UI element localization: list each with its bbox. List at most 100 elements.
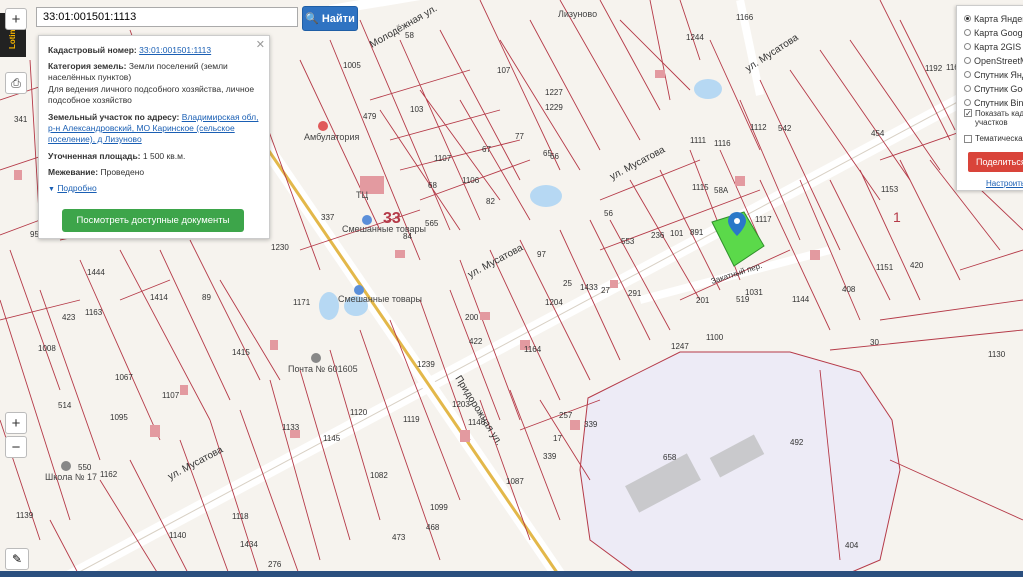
parcel-number: 89: [202, 293, 211, 302]
parcel-number: 423: [62, 313, 76, 322]
parcel-number: 1118: [232, 512, 249, 521]
parcel-number: 408: [842, 285, 856, 294]
settings-link[interactable]: Настроить: [986, 179, 1023, 188]
parcel-number: 514: [58, 401, 72, 410]
parcel-number: 1115: [692, 183, 709, 192]
cad-number-link[interactable]: 33:01:001501:1113: [139, 45, 211, 55]
parcel-number: 84: [403, 232, 412, 241]
parcel-number: 1444: [87, 268, 105, 277]
print-button[interactable]: ⎙: [5, 72, 27, 94]
parcel-number: 66: [550, 152, 559, 161]
layers-panel: Карта Яндекс Карта Google Карта 2GIS OpenSt…: [956, 5, 1023, 191]
parcel-number: 1111: [690, 136, 707, 145]
category-label: Категория земель:: [48, 61, 127, 71]
parcel-number: 291: [628, 289, 642, 298]
parcel-number: 1415: [232, 348, 250, 357]
cadastral-toggle-label: Показать кадастровые границы участков: [975, 109, 1023, 127]
parcel-number: 404: [845, 541, 859, 550]
radio-button[interactable]: [964, 71, 971, 78]
parcel-number: 1144: [792, 295, 810, 304]
survey-row: Межевание: Проведено: [48, 167, 260, 178]
layer-option[interactable]: Спутник Яндекс: [964, 68, 1023, 81]
more-details-link[interactable]: Подробно: [57, 183, 96, 193]
zoom-out-button[interactable]: −: [5, 436, 27, 458]
parcel-number: 1153: [881, 185, 899, 194]
layer-option[interactable]: Карта Google: [964, 26, 1023, 39]
parcel-info-panel: ✕ Кадастровый номер: 33:01:001501:1113 К…: [38, 35, 270, 239]
parcel-number: 553: [621, 237, 635, 246]
radio-button[interactable]: [964, 57, 971, 64]
radio-button[interactable]: [964, 15, 971, 22]
parcel-number: 257: [559, 411, 573, 420]
parcel-number: 492: [790, 438, 804, 447]
layer-option[interactable]: OpenStreetMap: [964, 54, 1023, 67]
parcel-number: 542: [778, 124, 792, 133]
radio-button[interactable]: [964, 29, 971, 36]
area-row: Уточненная площадь: 1 500 кв.м.: [48, 151, 260, 162]
parcel-number: 97: [537, 250, 546, 259]
cadastral-toggle[interactable]: ✓ Показать кадастровые границы участков: [964, 109, 1023, 131]
parcel-number: 1107: [434, 154, 452, 163]
layer-option-label: OpenStreetMap: [974, 55, 1023, 66]
parcel-number: 1204: [545, 298, 563, 307]
parcel-number: 101: [670, 229, 684, 238]
zoom-in-button-lower[interactable]: +: [5, 412, 27, 434]
parcel-number: 479: [363, 112, 377, 121]
zoom-in-button[interactable]: +: [5, 8, 27, 30]
layer-option[interactable]: Карта 2GIS: [964, 40, 1021, 53]
quarter-number: 33: [383, 210, 401, 227]
parcel-number: 1434: [240, 540, 258, 549]
search-button[interactable]: 🔍 Найти: [302, 6, 358, 31]
post-label: Почта № 601605: [288, 364, 358, 374]
parcel-number: 1244: [686, 33, 704, 42]
pond: [319, 292, 339, 320]
parcel-number: 200: [465, 313, 479, 322]
parcel-number: 77: [515, 132, 524, 141]
more-details[interactable]: ▼ Подробно: [48, 183, 260, 195]
street-label: ул. Мусатова: [166, 444, 225, 482]
shop-icon: [354, 285, 364, 295]
layer-option-label: Карта Google: [974, 27, 1023, 38]
layer-option-label: Карта Яндекс: [974, 13, 1023, 24]
radio-button[interactable]: [964, 43, 971, 50]
checkbox[interactable]: [964, 134, 972, 143]
parcel-number: 276: [268, 560, 282, 569]
parcel-number: 1433: [580, 283, 598, 292]
layer-option[interactable]: Спутник Google: [964, 82, 1023, 95]
clinic-label: Амбулатория: [304, 132, 359, 142]
parcel-number: 68: [428, 181, 437, 190]
parcel-number: 1133: [282, 423, 300, 432]
post-icon: [311, 353, 321, 363]
view-documents-button[interactable]: Посмотреть доступные документы: [62, 209, 244, 232]
school-label: Школа № 17: [45, 472, 97, 482]
parcel-number: 1414: [150, 293, 168, 302]
parcel-number: 891: [690, 228, 704, 237]
thematic-toggle[interactable]: Тематическая: [964, 132, 1023, 145]
category-row: Категория земель: Земли поселений (земли…: [48, 61, 260, 83]
layer-option-label: Спутник Яндекс: [974, 69, 1023, 80]
radio-button[interactable]: [964, 99, 971, 106]
parcel-number: 1087: [506, 477, 524, 486]
layer-option[interactable]: Карта Яндекс: [964, 12, 1023, 25]
parcel-number: 337: [321, 213, 335, 222]
caret-down-icon: ▼: [48, 186, 55, 193]
radio-button[interactable]: [964, 85, 971, 92]
use-value: Для ведения личного подсобного хозяйства…: [48, 84, 255, 105]
share-button[interactable]: Поделиться: [968, 152, 1023, 172]
ruler-pencil-icon[interactable]: ✎: [5, 548, 29, 570]
parcel-number: 56: [604, 209, 613, 218]
parcel-number: 67: [482, 145, 491, 154]
parcel-number: 1117: [755, 215, 772, 224]
parcel-number: 1005: [343, 61, 361, 70]
layer-option-label: Карта 2GIS: [974, 41, 1022, 52]
checkbox[interactable]: ✓: [964, 109, 972, 118]
parcel-number: 1151: [876, 263, 894, 272]
parcel-number: 1247: [671, 342, 689, 351]
parcel-number: 1203: [452, 400, 470, 409]
survey-value: Проведено: [100, 167, 145, 177]
parcel-number: 17: [553, 434, 562, 443]
search-input[interactable]: [36, 7, 298, 27]
layer-option[interactable]: Спутник Bing: [964, 96, 1023, 109]
parcel-number: 1227: [545, 88, 563, 97]
parcel-number: 1107: [162, 391, 180, 400]
